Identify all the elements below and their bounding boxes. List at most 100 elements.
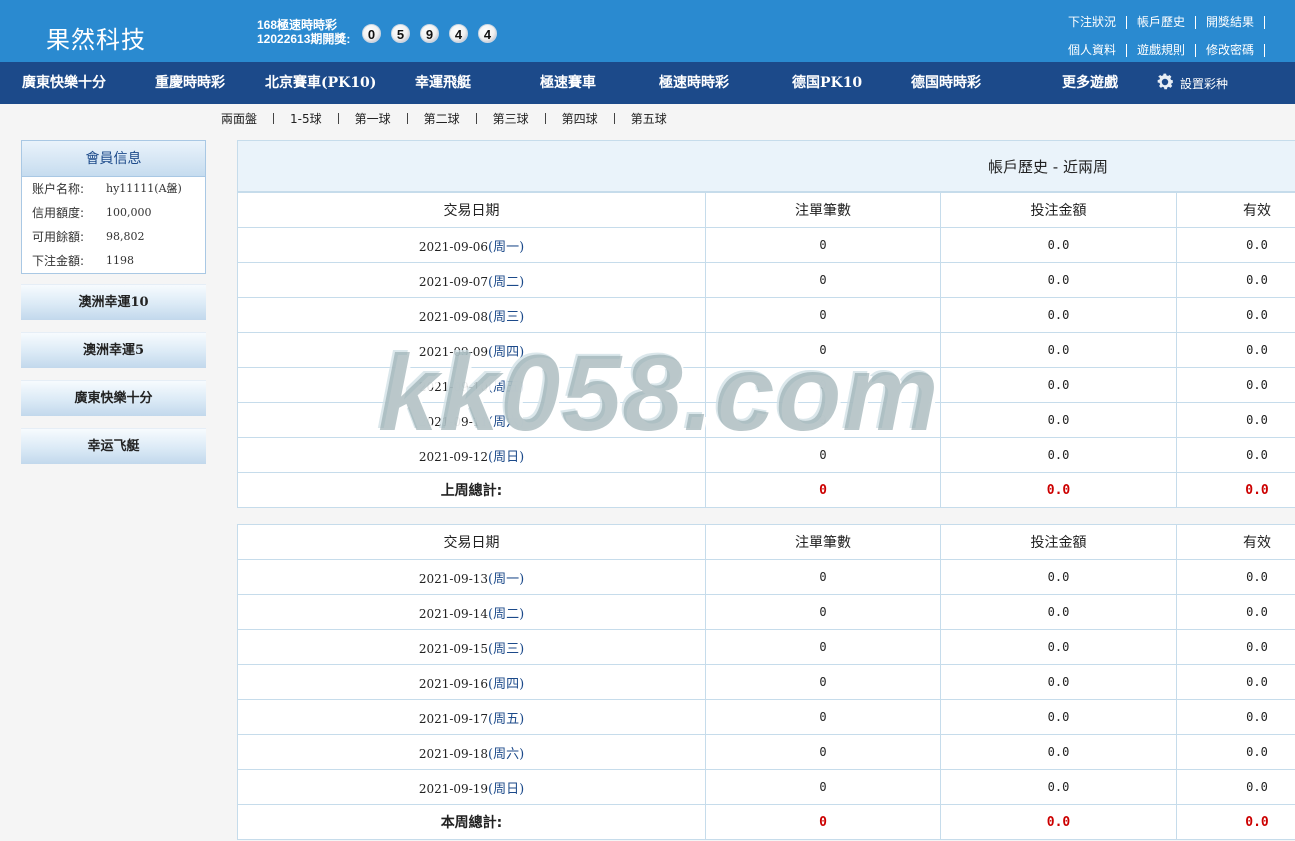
result-ball: 4: [449, 24, 468, 43]
cell-amount: 0.0: [940, 262, 1177, 298]
weekday-link[interactable]: (周三): [488, 642, 524, 657]
cell-amount: 0.0: [940, 594, 1177, 630]
settings-label[interactable]: 設置彩种: [1180, 62, 1228, 104]
cell-date: 2021-09-09(周四): [237, 332, 706, 368]
cell-amount: 0.0: [940, 227, 1177, 263]
cell-valid: 0.0: [1176, 227, 1295, 263]
weekday-link[interactable]: (周三): [488, 310, 524, 325]
cell-date: 2021-09-17(周五): [237, 699, 706, 735]
cell-date: 2021-09-16(周四): [237, 664, 706, 700]
weekday-link[interactable]: (周五): [488, 380, 524, 395]
side-button-gd-happy10[interactable]: 廣東快樂十分: [21, 380, 206, 416]
nav-item-bj-pk10[interactable]: 北京賽車(PK10): [265, 62, 376, 104]
link-account-history[interactable]: 帳戶歷史: [1127, 16, 1196, 29]
weekday-link[interactable]: (周六): [488, 415, 524, 430]
cell-date: 2021-09-06(周一): [237, 227, 706, 263]
weekday-link[interactable]: (周四): [488, 345, 524, 360]
date-text: 2021-09-08: [418, 309, 489, 324]
total-count: 0: [705, 472, 941, 508]
this-week-table: 交易日期 注單筆數 投注金額 有效 2021-09-13(周一) 0 0.0 0.0 2…: [237, 524, 1295, 840]
member-label: 下注金額:: [32, 254, 85, 268]
cell-valid: 0.0: [1176, 734, 1295, 770]
subnav-ball-2[interactable]: 第二球: [424, 110, 460, 127]
cell-amount: 0.0: [940, 629, 1177, 665]
link-game-rules[interactable]: 遊戲規則: [1127, 44, 1196, 57]
subnav-two-sides[interactable]: 兩面盤: [221, 110, 257, 127]
member-value: 1198: [106, 254, 134, 267]
cell-count: 0: [705, 629, 941, 665]
weekday-link[interactable]: (周一): [488, 572, 524, 587]
total-valid: 0.0: [1176, 472, 1295, 508]
link-change-password[interactable]: 修改密碼: [1196, 44, 1265, 57]
subnav-ball-4[interactable]: 第四球: [562, 110, 598, 127]
cell-count: 0: [705, 594, 941, 630]
nav-item-lucky-airship[interactable]: 幸運飛艇: [415, 62, 471, 104]
side-button-au-lucky10[interactable]: 澳洲幸運10: [21, 284, 206, 320]
side-button-lucky-airship[interactable]: 幸运飞艇: [21, 428, 206, 464]
cell-count: 0: [705, 332, 941, 368]
nav-item-gd-happy10[interactable]: 廣東快樂十分: [22, 62, 106, 104]
date-text: 2021-09-19: [418, 781, 489, 796]
cell-date: 2021-09-11(周六): [237, 402, 706, 438]
logo: 果然科技: [46, 26, 146, 54]
date-text: 2021-09-15: [418, 641, 489, 656]
date-text: 2021-09-17: [418, 711, 489, 726]
weekday-link[interactable]: (周二): [488, 607, 524, 622]
date-text: 2021-09-12: [418, 449, 489, 464]
divider: [337, 113, 339, 124]
cell-valid: 0.0: [1176, 699, 1295, 735]
weekday-link[interactable]: (周日): [488, 450, 524, 465]
weekday-link[interactable]: (周二): [488, 275, 524, 290]
total-valid: 0.0: [1176, 804, 1295, 840]
cell-amount: 0.0: [940, 332, 1177, 368]
nav-item-de-ssc[interactable]: 德国時時彩: [911, 62, 981, 104]
date-text: 2021-09-06: [418, 239, 489, 254]
cell-valid: 0.0: [1176, 262, 1295, 298]
subnav: 兩面盤 1-5球 第一球 第二球 第三球 第四球 第五球: [221, 110, 667, 127]
nav-item-speed-racing[interactable]: 極速賽車: [540, 62, 596, 104]
nav-item-de-pk10[interactable]: 德国PK10: [792, 62, 862, 104]
table-row: 2021-09-09(周四) 0 0.0 0.0: [237, 332, 1295, 368]
weekday-link[interactable]: (周五): [488, 712, 524, 727]
nav-item-more-games[interactable]: 更多遊戲: [1062, 62, 1118, 104]
cell-count: 0: [705, 769, 941, 805]
subnav-ball-5[interactable]: 第五球: [631, 110, 667, 127]
col-header-date: 交易日期: [237, 192, 706, 228]
weekday-link[interactable]: (周一): [488, 240, 524, 255]
weekday-link[interactable]: (周四): [488, 677, 524, 692]
weekday-link[interactable]: (周六): [488, 747, 524, 762]
cell-date: 2021-09-10(周五): [237, 367, 706, 403]
weekday-link[interactable]: (周日): [488, 782, 524, 797]
subnav-ball-1-5[interactable]: 1-5球: [290, 110, 322, 127]
link-profile[interactable]: 個人資料: [1068, 44, 1127, 57]
cell-amount: 0.0: [940, 699, 1177, 735]
cell-valid: 0.0: [1176, 437, 1295, 473]
cell-count: 0: [705, 559, 941, 595]
subnav-ball-1[interactable]: 第一球: [355, 110, 391, 127]
gear-icon[interactable]: [1154, 71, 1176, 93]
subnav-ball-3[interactable]: 第三球: [493, 110, 529, 127]
cell-valid: 0.0: [1176, 769, 1295, 805]
table-row: 2021-09-17(周五) 0 0.0 0.0: [237, 699, 1295, 735]
cell-date: 2021-09-13(周一): [237, 559, 706, 595]
side-button-au-lucky5[interactable]: 澳洲幸運5: [21, 332, 206, 368]
nav-item-cq-ssc[interactable]: 重慶時時彩: [155, 62, 225, 104]
cell-count: 0: [705, 297, 941, 333]
cell-amount: 0.0: [940, 664, 1177, 700]
link-bet-status[interactable]: 下注狀況: [1068, 16, 1127, 29]
member-row-account: 账户名称: hy11111(A盤): [22, 177, 205, 201]
col-header-amount: 投注金額: [940, 524, 1177, 560]
result-ball: 5: [391, 24, 410, 43]
cell-count: 0: [705, 699, 941, 735]
cell-date: 2021-09-08(周三): [237, 297, 706, 333]
date-text: 2021-09-13: [418, 571, 489, 586]
cell-amount: 0.0: [940, 559, 1177, 595]
link-draw-results[interactable]: 開獎結果: [1196, 16, 1265, 29]
nav-item-speed-ssc[interactable]: 極速時時彩: [659, 62, 729, 104]
col-header-count: 注單筆數: [705, 524, 941, 560]
cell-valid: 0.0: [1176, 332, 1295, 368]
cell-count: 0: [705, 262, 941, 298]
col-header-count: 注單筆數: [705, 192, 941, 228]
divider: [544, 113, 546, 124]
table-row: 2021-09-06(周一) 0 0.0 0.0: [237, 227, 1295, 263]
